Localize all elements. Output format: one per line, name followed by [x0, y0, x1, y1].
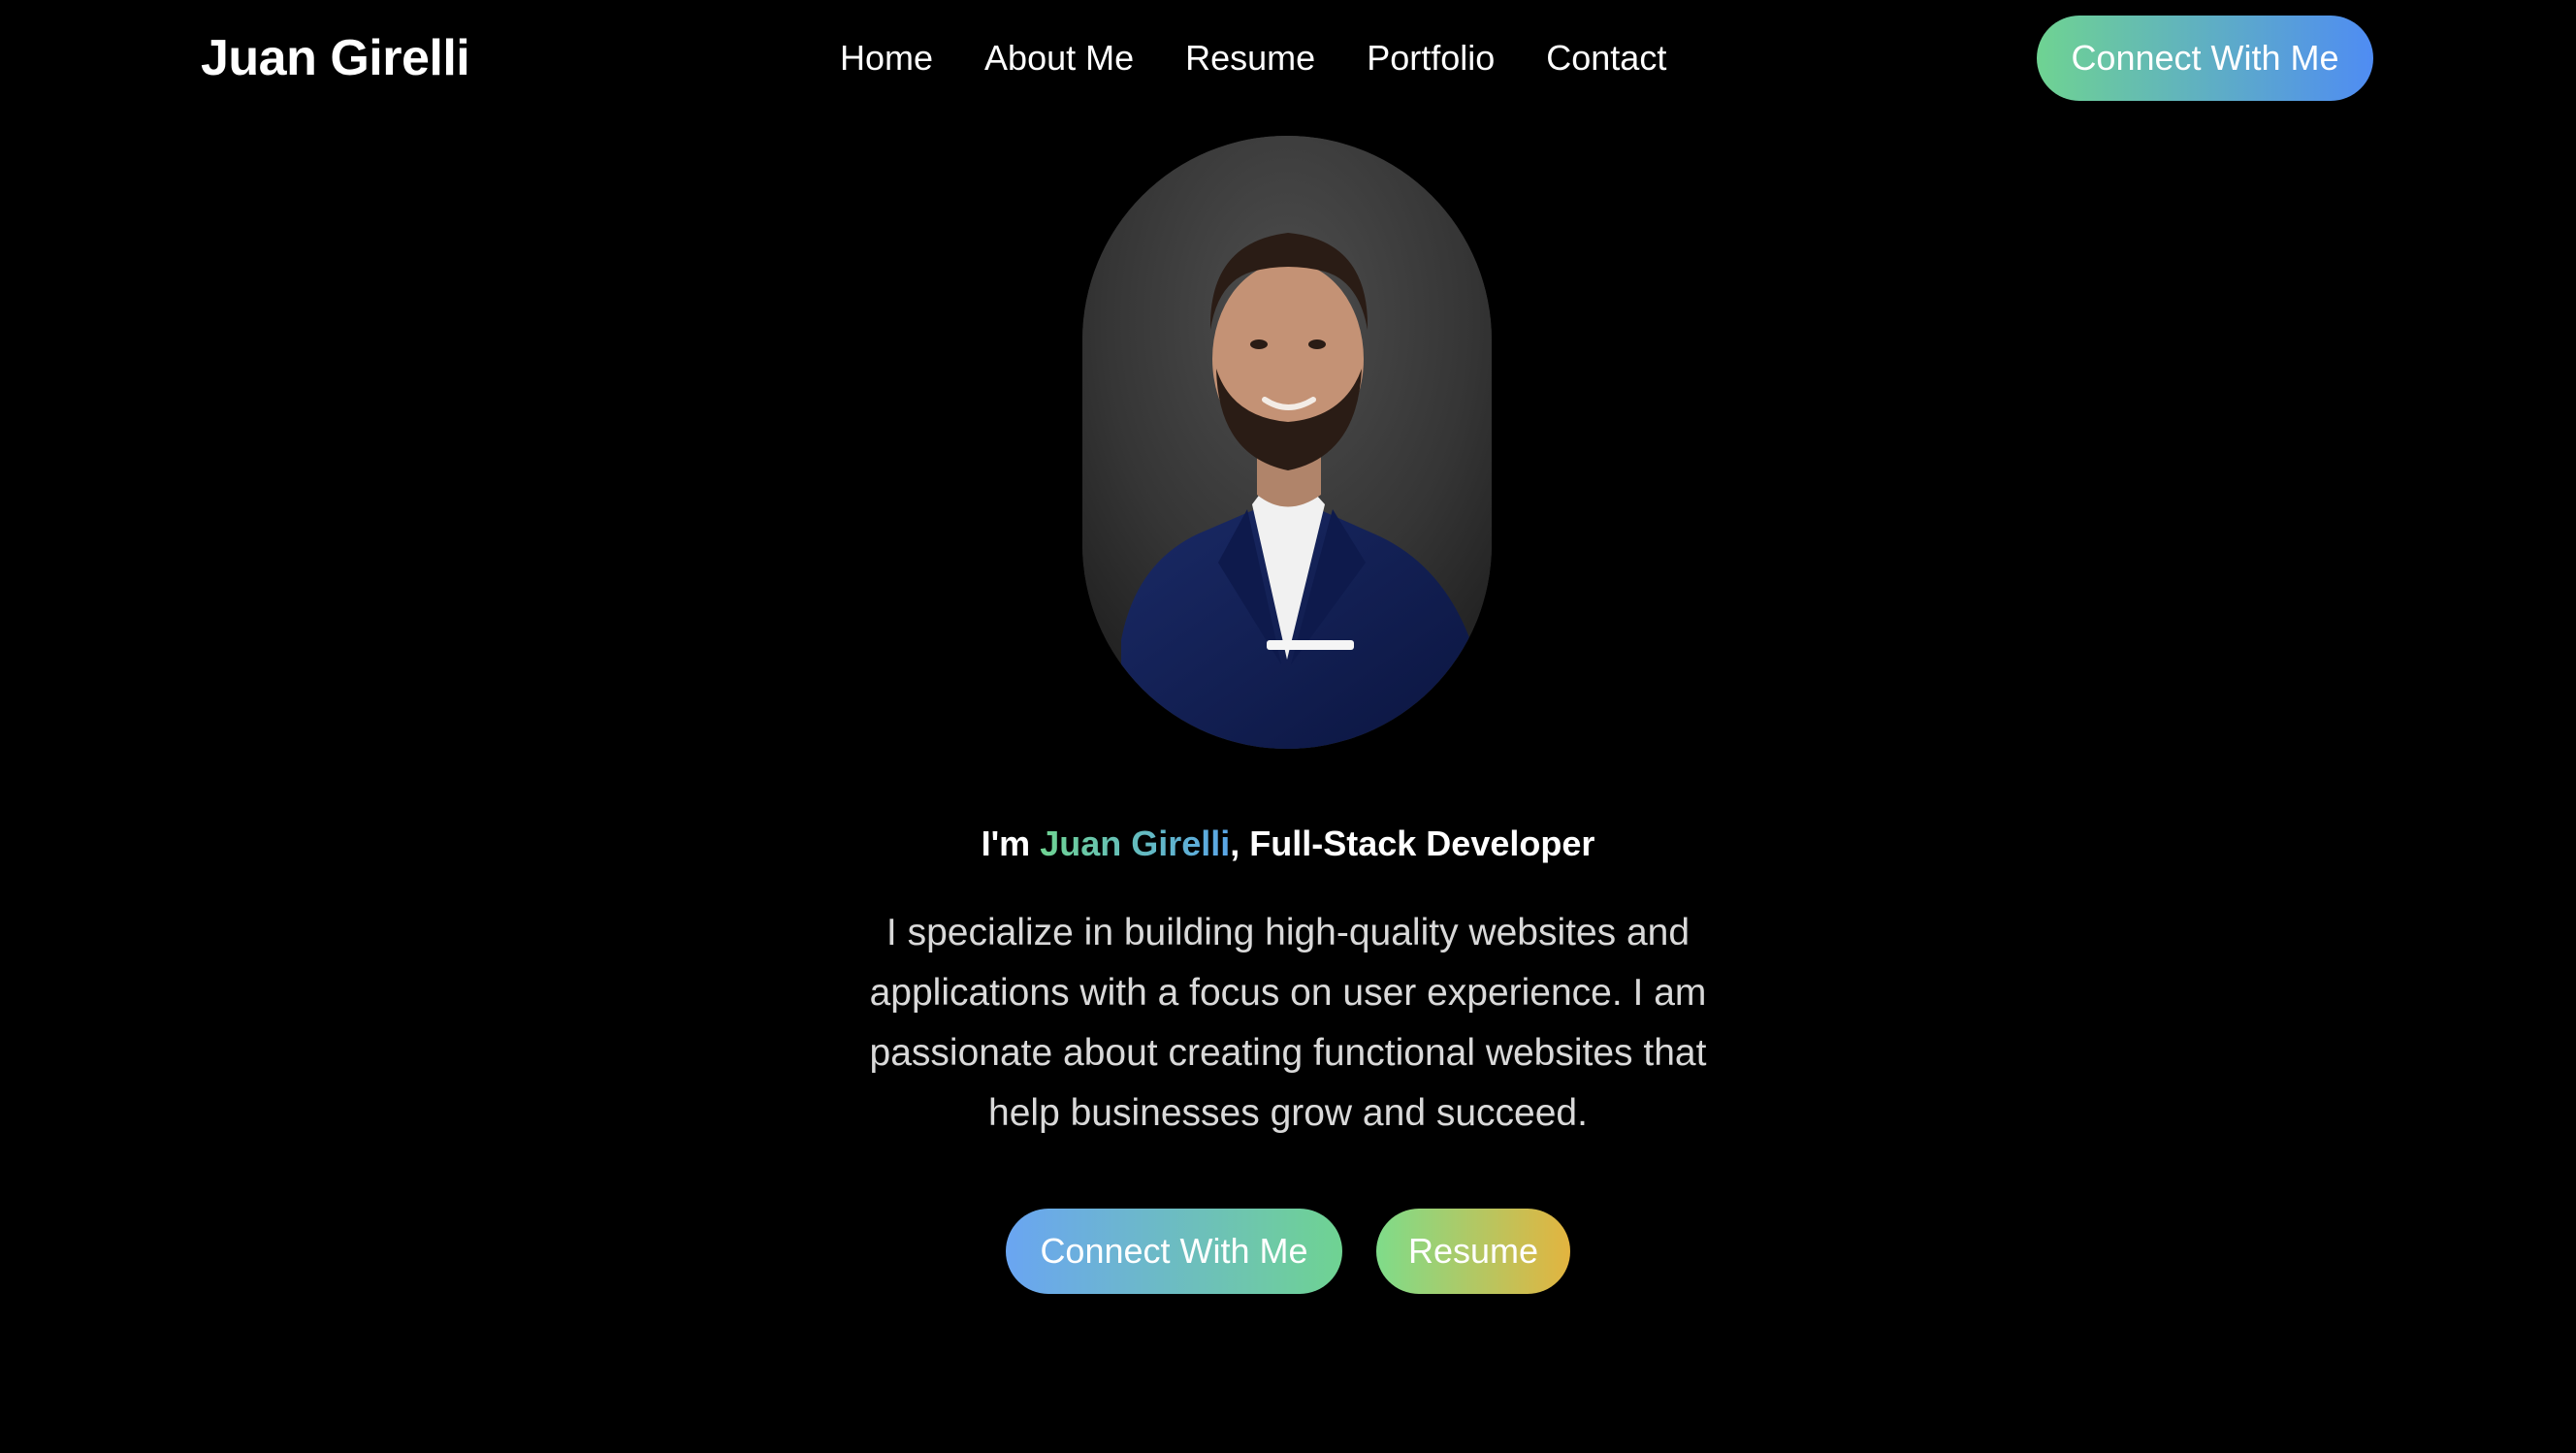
hero-actions: Connect With Me Resume	[1006, 1209, 1570, 1294]
brand-logo[interactable]: Juan Girelli	[201, 27, 470, 89]
headline-name: Juan Girelli	[1040, 823, 1231, 863]
nav-resume[interactable]: Resume	[1185, 31, 1315, 85]
profile-photo	[1082, 136, 1492, 749]
main-nav: Home About Me Resume Portfolio Contact	[840, 31, 1666, 85]
nav-contact[interactable]: Contact	[1546, 31, 1666, 85]
resume-button[interactable]: Resume	[1376, 1209, 1570, 1294]
hero-intro: I specialize in building high-quality we…	[869, 912, 1707, 1134]
headline-suffix: , Full-Stack Developer	[1230, 823, 1595, 863]
nav-home[interactable]: Home	[840, 31, 933, 85]
nav-about-me[interactable]: About Me	[984, 31, 1134, 85]
connect-with-me-button[interactable]: Connect With Me	[1006, 1209, 1342, 1294]
profile-photo-illustration	[1082, 136, 1492, 749]
hero-headline: I'm Juan Girelli, Full-Stack Developer	[0, 817, 2576, 871]
headline-prefix: I'm	[981, 823, 1041, 863]
nav-portfolio[interactable]: Portfolio	[1367, 31, 1495, 85]
header-connect-button[interactable]: Connect With Me	[2037, 16, 2373, 101]
site-header: Juan Girelli Home About Me Resume Portfo…	[0, 0, 2576, 116]
